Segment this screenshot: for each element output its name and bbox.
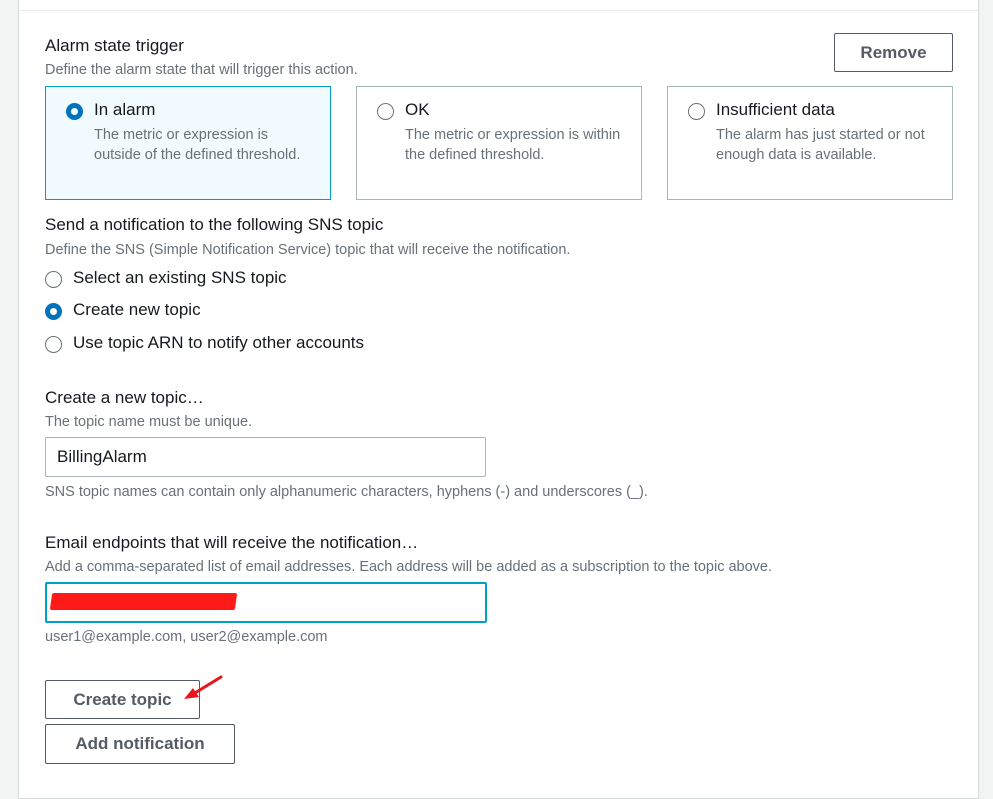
remove-button[interactable]: Remove [834, 33, 953, 72]
tile-title: Insufficient data [716, 100, 835, 119]
email-description: Add a comma-separated list of email addr… [45, 559, 773, 575]
trigger-label: Alarm state trigger [45, 36, 184, 55]
email-label: Email endpoints that will receive the no… [45, 533, 419, 552]
insufficient-data-radio[interactable] [688, 103, 705, 120]
trigger-description: Define the alarm state that will trigger… [45, 62, 358, 78]
topic-name-input[interactable]: BillingAlarm [45, 437, 486, 477]
email-hint: user1@example.com, user2@example.com [45, 629, 328, 645]
radio-button[interactable] [45, 271, 62, 288]
tile-insufficient-data[interactable]: Insufficient data The alarm has just sta… [667, 86, 953, 200]
create-topic-button[interactable]: Create topic [45, 680, 200, 719]
new-topic-description: The topic name must be unique. [45, 414, 253, 430]
tile-description: The metric or expression is outside of t… [94, 127, 301, 163]
tile-description: The alarm has just started or not enough… [716, 127, 925, 163]
redaction-mark [49, 593, 238, 610]
tile-title: In alarm [94, 100, 156, 119]
radio-label: Create new topic [73, 300, 201, 319]
radio-button[interactable] [45, 336, 62, 353]
new-topic-label: Create a new topic… [45, 388, 204, 407]
email-endpoints-input[interactable] [45, 582, 487, 623]
topic-name-value: BillingAlarm [57, 447, 147, 466]
tile-in-alarm[interactable]: In alarm The metric or expression is out… [45, 86, 331, 200]
sns-description: Define the SNS (Simple Notification Serv… [45, 242, 571, 258]
add-notification-button[interactable]: Add notification [45, 724, 235, 764]
tile-ok[interactable]: OK The metric or expression is within th… [356, 86, 642, 200]
radio-label: Select an existing SNS topic [73, 268, 287, 287]
radio-button[interactable] [45, 303, 62, 320]
red-arrow-annotation [184, 675, 223, 699]
sns-label: Send a notification to the following SNS… [45, 215, 384, 234]
tile-description: The metric or expression is within the d… [405, 127, 621, 163]
topic-name-constraint: SNS topic names can contain only alphanu… [45, 484, 648, 500]
radio-label: Use topic ARN to notify other accounts [73, 333, 365, 352]
ok-radio[interactable] [377, 103, 394, 120]
tile-title: OK [405, 100, 430, 119]
in-alarm-radio[interactable] [66, 103, 83, 120]
divider [19, 10, 978, 11]
